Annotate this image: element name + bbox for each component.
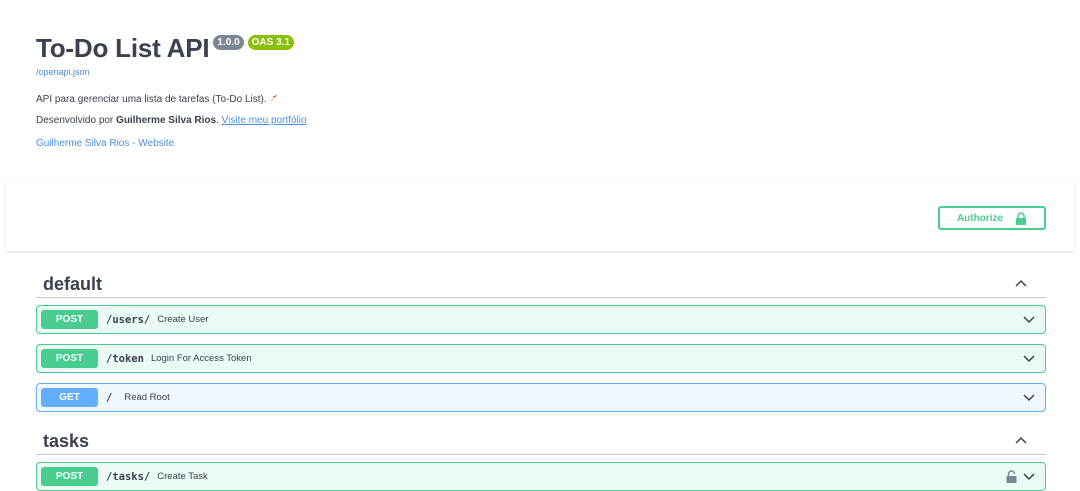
operation-post-users[interactable]: POST /users/ Create User	[36, 305, 1046, 334]
tag-title: default	[43, 274, 103, 294]
operation-post-token[interactable]: POST /token Login For Access Token	[36, 344, 1046, 373]
rocket-icon	[270, 94, 278, 102]
oas-badge: OAS 3.1	[247, 35, 295, 50]
chevron-down-icon[interactable]	[1022, 393, 1036, 403]
operation-path: /users/	[106, 313, 151, 326]
authorize-button[interactable]: Authorize	[938, 206, 1046, 230]
portfolio-link[interactable]: Visite meu portfólio	[222, 115, 307, 126]
operation-path: /token	[106, 352, 144, 365]
chevron-down-icon[interactable]	[1022, 472, 1036, 482]
tag-title: tasks	[43, 431, 90, 451]
chevron-up-icon[interactable]	[1014, 278, 1028, 288]
author-name: Guilherme Silva Rios	[116, 115, 217, 126]
version-badge: 1.0.0	[213, 35, 244, 50]
lock-icon	[1016, 211, 1027, 225]
api-title: To-Do List API	[36, 33, 210, 63]
authorize-label: Authorize	[956, 212, 1004, 224]
operation-path: /tasks/	[106, 470, 151, 483]
contact-website-link[interactable]: Guilherme Silva Rios - Website	[36, 138, 174, 149]
operation-get-root[interactable]: GET / Read Root	[36, 383, 1046, 412]
operation-summary: Create User	[157, 314, 209, 325]
operation-post-tasks[interactable]: POST /tasks/ Create Task	[36, 462, 1046, 491]
method-badge: GET	[41, 388, 98, 407]
description-text: API para gerenciar uma lista de tarefas …	[36, 94, 267, 105]
author-period: .	[216, 115, 219, 126]
operation-summary: Create Task	[157, 471, 208, 482]
chevron-down-icon[interactable]	[1022, 354, 1036, 364]
openapi-json-link[interactable]: /openapi.json	[36, 67, 90, 77]
method-badge: POST	[41, 349, 98, 368]
operation-summary: Login For Access Token	[150, 353, 252, 364]
chevron-up-icon[interactable]	[1014, 435, 1028, 445]
method-badge: POST	[41, 467, 98, 486]
method-badge: POST	[41, 310, 98, 329]
api-description: API para gerenciar uma lista de tarefas …	[36, 93, 279, 105]
author-line: Desenvolvido por Guilherme Silva Rios. V…	[36, 115, 307, 126]
scheme-container	[6, 180, 1074, 251]
tag-section-default[interactable]: default	[36, 270, 1046, 298]
author-prefix: Desenvolvido por	[36, 115, 117, 126]
tag-section-tasks[interactable]: tasks	[36, 427, 1046, 455]
lock-icon[interactable]	[1006, 470, 1017, 483]
operation-summary: Read Root	[124, 392, 170, 403]
api-info: To-Do List API 1.0.0 OAS 3.1	[36, 33, 295, 63]
chevron-down-icon[interactable]	[1022, 315, 1036, 325]
operation-path: /	[106, 391, 113, 404]
